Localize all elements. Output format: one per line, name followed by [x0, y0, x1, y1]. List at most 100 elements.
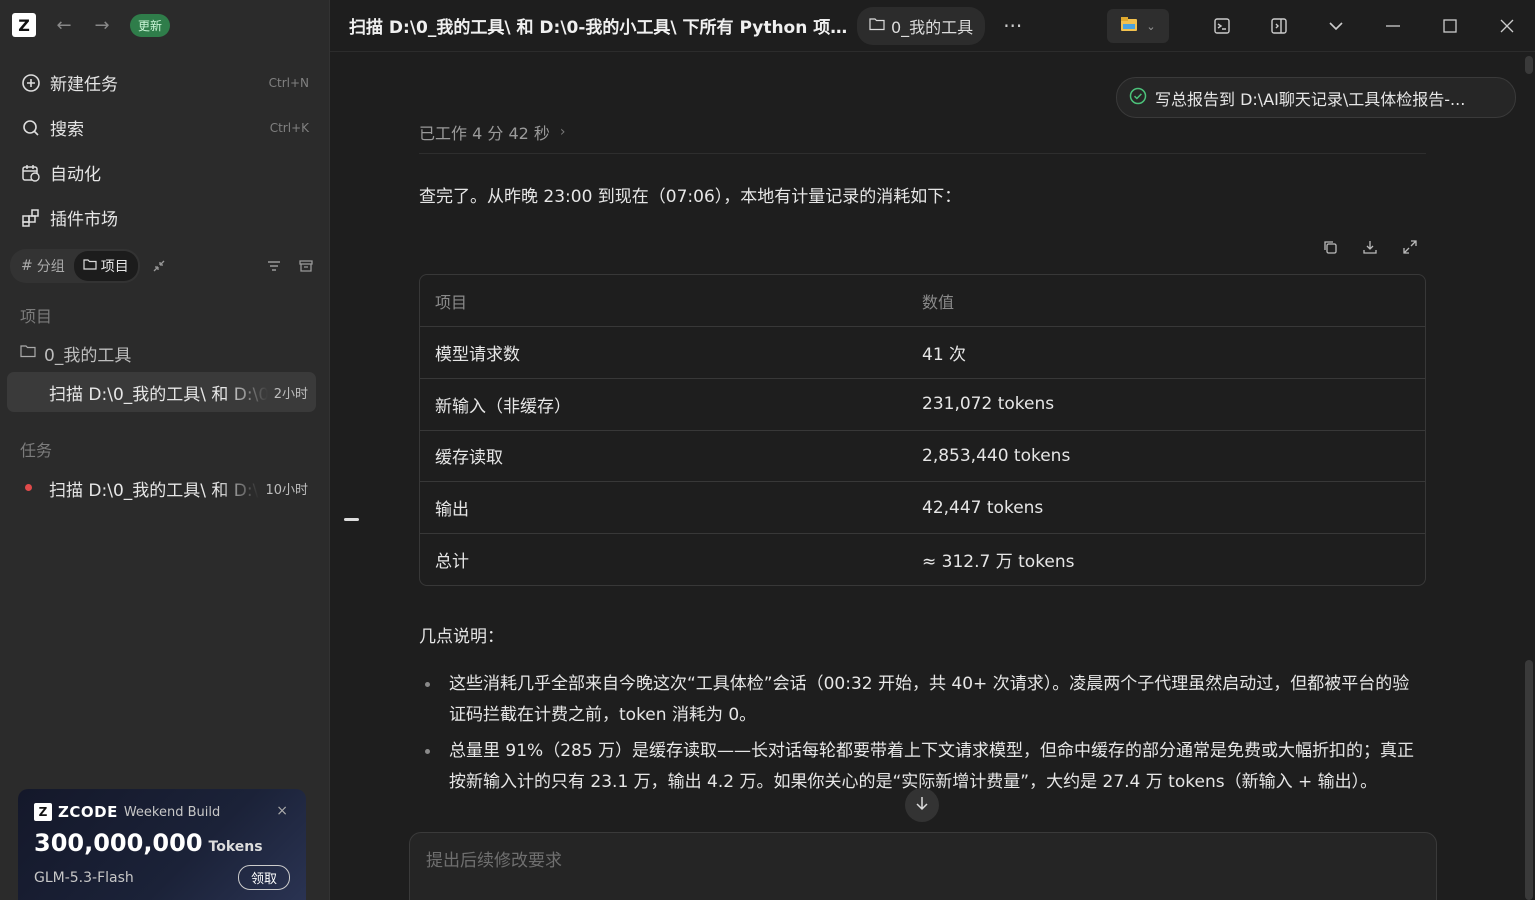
unread-dot-icon	[25, 484, 32, 491]
promo-brand: ZCODE	[58, 803, 118, 821]
task-time: 2小时	[273, 386, 308, 402]
archive-icon[interactable]	[293, 253, 319, 279]
sidebar-item-automation[interactable]: 自动化	[0, 150, 329, 195]
segment-group[interactable]: # 分组	[12, 251, 74, 281]
promo-number: 300,000,000	[34, 829, 203, 857]
table-cell: 模型请求数	[420, 326, 922, 379]
chevron-down-icon[interactable]	[1307, 0, 1364, 52]
sidebar-menu: 新建任务 Ctrl+N 搜索 Ctrl+K 自动化 插件市场	[0, 60, 329, 240]
side-panel-icon[interactable]	[1250, 0, 1307, 52]
composer	[409, 832, 1437, 900]
sidebar: Z ← → 更新 新建任务 Ctrl+N 搜索 Ctrl+K 自动化 插件市场 …	[0, 0, 330, 900]
task-time: 10小时	[265, 482, 308, 498]
update-badge[interactable]: 更新	[130, 13, 171, 37]
segment-label: 项目	[100, 259, 129, 275]
table-row: 缓存读取 2,853,440 tokens	[420, 430, 1425, 483]
collapse-icon[interactable]	[146, 253, 172, 279]
search-icon	[20, 117, 42, 139]
sidebar-item-label: 新建任务	[50, 75, 118, 95]
promo-build: Weekend Build	[123, 804, 221, 820]
table-toolbar	[419, 237, 1426, 267]
segment-project[interactable]: 项目	[73, 251, 138, 281]
project-folder-chip[interactable]: 0_我的工具	[857, 6, 986, 45]
projects-section-title: 项目	[20, 307, 53, 326]
sidebar-item-plugin-market[interactable]: 插件市场	[0, 195, 329, 240]
segment-label: 分组	[36, 259, 65, 275]
view-segmented-control: # 分组 项目	[10, 249, 140, 283]
table-cell: 新输入（非缓存）	[420, 378, 922, 431]
scrollbar-thumb[interactable]	[1525, 660, 1533, 900]
table-cell: ≈ 312.7 万 tokens	[922, 552, 1075, 573]
app-logo[interactable]: Z	[12, 13, 36, 37]
arrow-down-icon	[915, 795, 929, 815]
download-icon[interactable]	[1360, 237, 1380, 257]
project-folder-label: 0_我的工具	[44, 345, 132, 366]
grid-plus-icon	[20, 207, 42, 229]
work-duration-label: 已工作 4 分 42 秒	[419, 123, 550, 143]
table-row: 模型请求数 41 次	[420, 326, 1425, 379]
sidebar-item-search[interactable]: 搜索 Ctrl+K	[0, 105, 329, 150]
folder-icon	[869, 16, 885, 35]
table-cell: 缓存读取	[420, 430, 922, 483]
promo-card[interactable]: Z ZCODE Weekend Build × 300,000,000 Toke…	[18, 789, 306, 900]
plus-circle-icon	[20, 72, 42, 94]
table-cell: 输出	[420, 481, 922, 534]
table-row: 总计 ≈ 312.7 万 tokens	[420, 533, 1425, 585]
drag-handle-icon[interactable]	[344, 518, 359, 521]
scrollbar-top-thumb[interactable]	[1525, 56, 1533, 74]
folder-open-icon	[20, 343, 36, 363]
usage-table: 项目 数值 模型请求数 41 次 新输入（非缓存） 231,072 tokens…	[419, 274, 1426, 587]
table-row: 新输入（非缓存） 231,072 tokens	[420, 378, 1425, 431]
toast-text: 写总报告到 D:\AI聊天记录\工具体检报告-...	[1155, 89, 1466, 109]
filter-icon[interactable]	[261, 253, 287, 279]
promo-logo: Z	[34, 803, 52, 821]
table-header-row: 项目 数值	[420, 275, 1425, 328]
promo-bottom: GLM-5.3-Flash 领取	[34, 865, 290, 890]
sidebar-filterbar: # 分组 项目	[10, 248, 319, 284]
notes-list: 这些消耗几乎全部来自今晚这次“工具体检”会话（00:32 开始，共 40+ 次请…	[419, 669, 1426, 798]
task-title: 扫描 D:\0_我的工具\ 和 D:\0-我的小工具\	[49, 384, 268, 405]
promo-header: Z ZCODE Weekend Build	[34, 803, 290, 821]
close-icon[interactable]: ×	[276, 803, 288, 819]
notes-title: 几点说明：	[419, 627, 504, 648]
scroll-to-bottom-button[interactable]	[905, 788, 939, 822]
calendar-clock-icon	[20, 162, 42, 184]
terminal-icon[interactable]	[1193, 0, 1250, 52]
column-header-value: 数值	[922, 275, 1425, 328]
copy-icon[interactable]	[1320, 237, 1340, 257]
table-cell: 231,072 tokens	[922, 378, 1425, 431]
task-item[interactable]: 扫描 D:\0_我的工具\ 和 D:\0-我的小工具\ 10小时	[7, 468, 316, 508]
project-folder-item[interactable]: 0_我的工具	[0, 334, 329, 372]
chevron-down-icon: ⌄	[1146, 19, 1156, 33]
minimize-icon[interactable]	[1364, 0, 1421, 52]
promo-amount: 300,000,000 Tokens	[34, 829, 290, 857]
followup-input[interactable]	[426, 851, 1420, 871]
sidebar-item-new-task[interactable]: 新建任务 Ctrl+N	[0, 60, 329, 105]
list-item: 这些消耗几乎全部来自今晚这次“工具体检”会话（00:32 开始，共 40+ 次请…	[419, 669, 1426, 731]
work-duration[interactable]: 已工作 4 分 42 秒 ›	[419, 110, 1426, 154]
sidebar-item-label: 搜索	[50, 120, 84, 140]
folder-chip-label: 0_我的工具	[891, 17, 974, 37]
open-in-explorer-button[interactable]: ⌄	[1107, 9, 1169, 43]
chevron-right-icon: ›	[559, 123, 566, 140]
message-content: 已工作 4 分 42 秒 › 查完了。从昨晚 23:00 到现在（07:06），…	[419, 110, 1426, 803]
check-circle-icon	[1129, 87, 1147, 109]
intro-text: 查完了。从昨晚 23:00 到现在（07:06），本地有计量记录的消耗如下：	[419, 187, 962, 207]
more-options-icon[interactable]: ···	[1003, 14, 1022, 38]
claim-button[interactable]: 领取	[237, 865, 290, 890]
maximize-icon[interactable]	[1421, 0, 1478, 52]
forward-arrow-icon[interactable]: →	[92, 15, 112, 36]
shortcut-hint: Ctrl+N	[268, 75, 309, 90]
expand-icon[interactable]	[1400, 237, 1420, 257]
task-title: 扫描 D:\0_我的工具\ 和 D:\0-我的小工具\	[49, 480, 259, 501]
column-header-item: 项目	[420, 275, 922, 328]
promo-unit: Tokens	[208, 839, 263, 855]
sidebar-topbar: Z ← → 更新	[0, 0, 329, 50]
project-task-item[interactable]: 扫描 D:\0_我的工具\ 和 D:\0-我的小工具\ 2小时	[7, 372, 316, 412]
back-arrow-icon[interactable]: ←	[54, 15, 74, 36]
tasks-section-title: 任务	[20, 441, 53, 460]
title-bar: 扫描 D:\0_我的工具\ 和 D:\0-我的小工具\ 下所有 Python 项…	[330, 0, 1535, 52]
promo-model: GLM-5.3-Flash	[34, 869, 134, 886]
close-window-icon[interactable]	[1478, 0, 1535, 52]
shortcut-hint: Ctrl+K	[269, 120, 309, 135]
